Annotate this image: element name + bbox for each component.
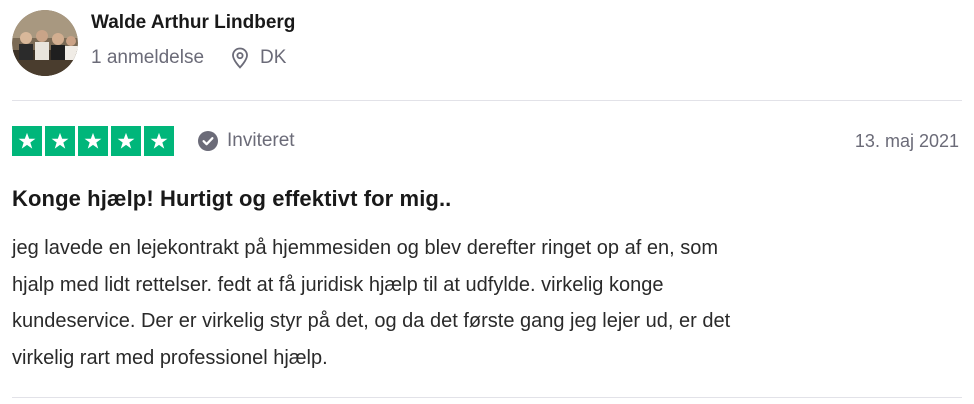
consumer-profile[interactable]: Walde Arthur Lindberg 1 anmeldelse DK <box>12 10 295 76</box>
verification-label[interactable]: Inviteret <box>198 130 295 152</box>
star-rating <box>12 126 174 156</box>
review-body: jeg lavede en lejekontrakt på hjemmeside… <box>12 230 952 376</box>
star-icon <box>78 126 108 156</box>
consumer-country: DK <box>260 47 287 68</box>
star-icon <box>12 126 42 156</box>
review-count: 1 anmeldelse <box>91 47 205 68</box>
review-body-line: hjalp med lidt rettelser. fedt at få jur… <box>12 273 664 296</box>
consumer-meta: 1 anmeldelse DK <box>91 46 295 70</box>
verification-text: Inviteret <box>227 130 295 151</box>
divider <box>12 397 962 398</box>
review-card: Walde Arthur Lindberg 1 anmeldelse DK In… <box>0 0 974 404</box>
consumer-name[interactable]: Walde Arthur Lindberg <box>91 10 295 36</box>
divider <box>12 100 962 101</box>
review-date: 13. maj 2021 <box>854 130 959 151</box>
consumer-location: DK <box>230 46 286 70</box>
star-icon <box>111 126 141 156</box>
review-body-line: kundeservice. Der er virkelig styr på de… <box>12 310 731 332</box>
review-header: Inviteret 13. maj 2021 <box>12 125 962 157</box>
location-pin-icon <box>230 47 250 69</box>
star-icon <box>45 126 75 156</box>
review-title[interactable]: Konge hjælp! Hurtigt og effektivt for mi… <box>12 184 451 214</box>
check-circle-icon <box>198 131 218 151</box>
star-icon <box>144 126 174 156</box>
review-body-line: jeg lavede en lejekontrakt på hjemmeside… <box>12 237 718 259</box>
review-body-line: virkelig rart med professionel hjælp. <box>12 346 328 369</box>
consumer-info: Walde Arthur Lindberg 1 anmeldelse DK <box>91 12 295 70</box>
avatar[interactable] <box>12 10 78 76</box>
